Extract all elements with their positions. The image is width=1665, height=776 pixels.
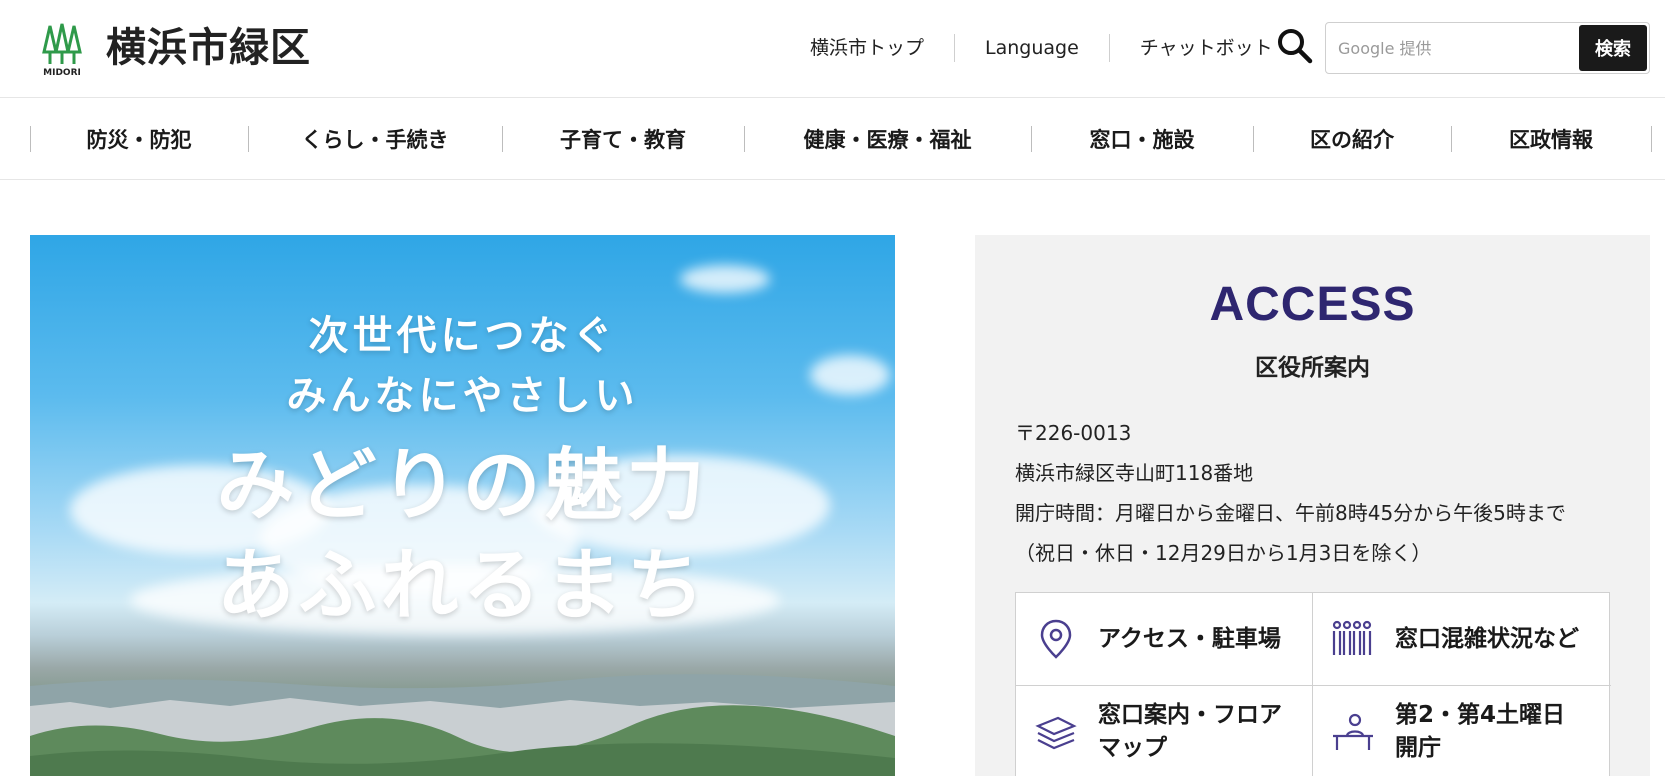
site-title[interactable]: 横浜市緑区: [106, 18, 311, 78]
tile-label: アクセス・駐車場: [1098, 625, 1281, 652]
search-icon[interactable]: [1275, 26, 1315, 66]
global-nav: 防災・防犯 くらし・手続き 子育て・教育 健康・医療・福祉 窓口・施設 区の紹介…: [0, 98, 1665, 180]
tile-label-line: マップ: [1098, 735, 1167, 761]
midori-logo[interactable]: MIDORI: [38, 20, 86, 78]
nav-item-kosodate[interactable]: 子育て・教育: [502, 98, 744, 180]
language-link[interactable]: Language: [954, 34, 1109, 62]
search-box: 検索: [1325, 22, 1650, 74]
map-pin-icon: [1040, 619, 1072, 659]
search-input[interactable]: [1338, 31, 1578, 65]
access-parking-tile[interactable]: アクセス・駐車場: [1016, 593, 1313, 685]
saturday-opening-tile[interactable]: 第2・第4土曜日 開庁: [1313, 686, 1610, 776]
nav-item-kusei[interactable]: 区政情報: [1451, 98, 1651, 180]
nav-item-kenkou[interactable]: 健康・医療・福祉: [744, 98, 1031, 180]
office-address: 横浜市緑区寺山町118番地: [1015, 461, 1254, 485]
counter-staff-icon: [1333, 713, 1373, 750]
tile-label-line: 窓口案内・フロア: [1098, 702, 1282, 728]
office-info: 〒226-0013 横浜市緑区寺山町118番地 開庁時間：月曜日から金曜日、午前…: [1015, 413, 1566, 573]
nav-item-madoguchi[interactable]: 窓口・施設: [1031, 98, 1253, 180]
floor-map-tile[interactable]: 窓口案内・フロア マップ: [1016, 686, 1313, 776]
tile-label: 第2・第4土曜日 開庁: [1395, 699, 1565, 765]
queue-people-icon: [1332, 620, 1372, 655]
tree-logo-icon: MIDORI: [42, 23, 82, 78]
counter-congestion-tile[interactable]: 窓口混雑状況など: [1313, 593, 1610, 685]
nav-item-ku-intro[interactable]: 区の紹介: [1253, 98, 1451, 180]
hero-headline-1: みどりの魅力: [216, 441, 709, 531]
tile-label: 窓口混雑状況など: [1395, 625, 1579, 652]
yokohama-top-link[interactable]: 横浜市トップ: [780, 34, 954, 62]
hero-tagline-2: みんなにやさしい: [286, 373, 639, 419]
nav-item-bousai[interactable]: 防災・防犯: [30, 98, 248, 180]
cityscape-image: [30, 674, 895, 776]
access-subtitle: 区役所案内: [1255, 355, 1370, 381]
tile-label-line: 開庁: [1395, 735, 1441, 761]
utility-links: 横浜市トップ Language チャットボット: [780, 30, 1303, 66]
nav-item-kurashi[interactable]: くらし・手続き: [248, 98, 502, 180]
postal-code: 〒226-0013: [1015, 421, 1132, 445]
floor-layers-icon: [1035, 716, 1077, 750]
access-tile-grid: アクセス・駐車場 窓口混雑状況など 窓口案内・フロア マップ 第2・第4土曜日 …: [1015, 592, 1611, 776]
search-button[interactable]: 検索: [1579, 25, 1647, 71]
tile-label-line: 第2・第4土曜日: [1395, 702, 1566, 728]
hero-tagline-1: 次世代につなぐ: [308, 313, 617, 359]
svg-text:MIDORI: MIDORI: [43, 68, 81, 78]
access-panel: ACCESS 区役所案内 〒226-0013 横浜市緑区寺山町118番地 開庁時…: [975, 235, 1650, 776]
opening-hours-note: （祝日・休日・12月29日から1月3日を除く）: [1015, 541, 1432, 565]
hero-headline-2: あふれるまち: [216, 541, 709, 631]
site-header: MIDORI 横浜市緑区 横浜市トップ Language チャットボット 検索: [0, 0, 1665, 98]
chatbot-link[interactable]: チャットボット: [1108, 34, 1303, 62]
nav-separator: [1651, 126, 1652, 152]
cloud-shape: [680, 265, 770, 293]
hero-banner[interactable]: 次世代につなぐ みんなにやさしい みどりの魅力 あふれるまち: [30, 235, 895, 776]
access-title: ACCESS: [1209, 278, 1416, 331]
tile-label: 窓口案内・フロア マップ: [1098, 699, 1282, 765]
opening-hours: 開庁時間：月曜日から金曜日、午前8時45分から午後5時まで: [1015, 501, 1566, 525]
